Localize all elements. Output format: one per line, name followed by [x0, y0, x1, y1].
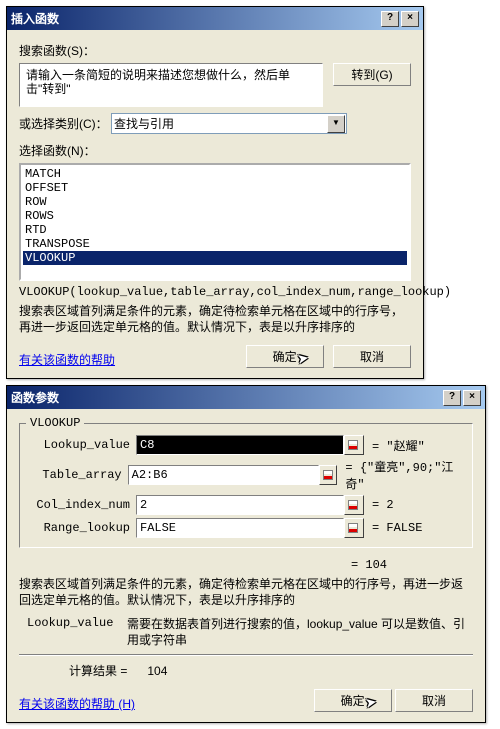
cursor-icon [297, 350, 307, 364]
range-picker-icon[interactable] [319, 465, 338, 485]
arg-result: = 2 [372, 498, 394, 512]
range-picker-icon[interactable] [344, 435, 364, 455]
function-description: 搜索表区域首列满足条件的元素，确定待检索单元格在区域中的行序号，再进一步返回选定… [19, 303, 411, 335]
range-picker-icon[interactable] [344, 518, 364, 538]
arg-result: = FALSE [372, 521, 422, 535]
dialog-title: 插入函数 [11, 10, 59, 27]
list-item-selected[interactable]: VLOOKUP [23, 251, 407, 265]
calc-result-row: 计算结果 = 104 [69, 662, 473, 679]
list-item[interactable]: RTD [23, 223, 407, 237]
list-item[interactable]: ROWS [23, 209, 407, 223]
ok-button[interactable]: 确定 [246, 345, 324, 368]
arg-input-range-lookup[interactable]: FALSE [136, 518, 344, 538]
cursor-icon [365, 694, 375, 708]
category-select[interactable]: 查找与引用 ▼ [111, 113, 347, 134]
titlebar: 函数参数 ? × [7, 386, 485, 409]
dialog-title: 函数参数 [11, 389, 59, 406]
select-function-label: 选择函数(N)： [19, 144, 96, 158]
search-instruction-box[interactable]: 请输入一条简短的说明来描述您想做什么，然后单击"转到" [19, 63, 323, 107]
function-signature: VLOOKUP(lookup_value,table_array,col_ind… [19, 285, 411, 299]
argument-group: VLOOKUP Lookup_value C8 = "赵耀" Table_arr… [19, 423, 473, 548]
range-picker-icon[interactable] [344, 495, 364, 515]
overall-result: = 104 [19, 558, 473, 572]
arg-label: Col_index_num [30, 498, 130, 512]
list-item[interactable]: TRANSPOSE [23, 237, 407, 251]
arg-input-lookup-value[interactable]: C8 [136, 435, 344, 455]
help-link[interactable]: 有关该函数的帮助 (H) [19, 695, 135, 712]
cancel-button[interactable]: 取消 [333, 345, 411, 368]
function-listbox[interactable]: MATCH OFFSET ROW ROWS RTD TRANSPOSE VLOO… [19, 163, 411, 281]
list-item[interactable]: ROW [23, 195, 407, 209]
calc-label: 计算结果 = [69, 664, 127, 678]
category-value: 查找与引用 [114, 117, 174, 131]
arg-label: Lookup_value [30, 438, 130, 452]
help-button[interactable]: ? [381, 11, 399, 27]
go-button[interactable]: 转到(G) [333, 63, 411, 86]
dropdown-arrow-icon[interactable]: ▼ [327, 115, 345, 133]
arg-input-table-array[interactable]: A2:B6 [128, 465, 319, 485]
calc-value: 104 [147, 664, 167, 678]
group-legend: VLOOKUP [26, 416, 84, 430]
titlebar: 插入函数 ? × [7, 7, 423, 30]
arg-input-col-index[interactable]: 2 [136, 495, 344, 515]
arg-explain-name: Lookup_value [19, 616, 127, 648]
separator [19, 654, 473, 656]
function-description: 搜索表区域首列满足条件的元素，确定待检索单元格在区域中的行序号，再进一步返回选定… [19, 576, 473, 608]
arg-label: Table_array [30, 468, 122, 482]
cancel-button[interactable]: 取消 [395, 689, 473, 712]
help-button[interactable]: ? [443, 390, 461, 406]
category-label: 或选择类别(C)： [19, 115, 108, 132]
arg-explain-text: 需要在数据表首列进行搜索的值，lookup_value 可以是数值、引用或字符串 [127, 616, 473, 648]
ok-button[interactable]: 确定 [314, 689, 392, 712]
help-link[interactable]: 有关该函数的帮助 [19, 351, 115, 368]
function-arguments-dialog: 函数参数 ? × VLOOKUP Lookup_value C8 = "赵耀" … [6, 385, 486, 723]
list-item[interactable]: OFFSET [23, 181, 407, 195]
arg-result: = "赵耀" [372, 437, 425, 454]
close-button[interactable]: × [401, 11, 419, 27]
list-item[interactable]: MATCH [23, 167, 407, 181]
search-label: 搜索函数(S)： [19, 42, 95, 59]
close-button[interactable]: × [463, 390, 481, 406]
insert-function-dialog: 插入函数 ? × 搜索函数(S)： 请输入一条简短的说明来描述您想做什么，然后单… [6, 6, 424, 379]
arg-result: = {"童亮",90;"江奇" [345, 458, 462, 492]
arg-label: Range_lookup [30, 521, 130, 535]
